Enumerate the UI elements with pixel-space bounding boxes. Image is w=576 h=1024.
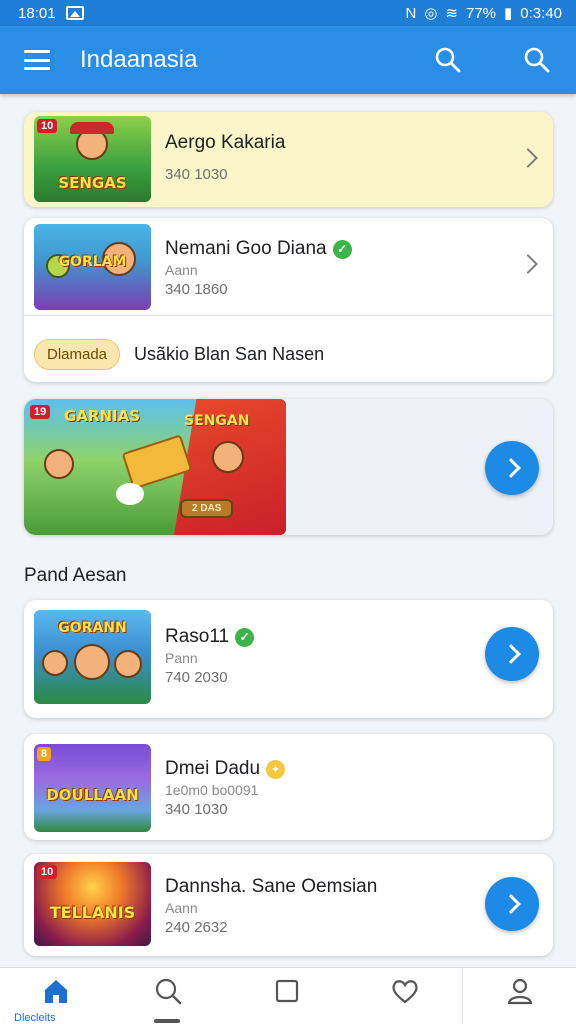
thumbnail-logo: GORANN — [58, 620, 127, 636]
app-meta: 340 1030 — [165, 801, 228, 818]
app-name: Dannsha. Sane Oemsian — [165, 876, 378, 897]
app-thumbnail: 10 TELLANIS — [34, 862, 151, 946]
app-meta: 340 1860 — [165, 281, 228, 298]
app-card[interactable]: 10 SENGAS Aergo Kakaria 340 1030 — [24, 112, 553, 207]
app-thumbnail: 10 SENGAS — [34, 116, 151, 202]
banner-card[interactable]: 19 GARNIAS SENGAN 2 DAS — [24, 399, 553, 535]
thumbnail-logo: TELLANIS — [49, 903, 136, 922]
wifi-icon: ≋ — [445, 5, 458, 22]
app-name: Aergo Kakaria — [165, 132, 286, 153]
sheep-shape — [116, 483, 144, 505]
alarm-icon: ◎ — [424, 5, 438, 22]
gold-bar-shape — [121, 434, 193, 490]
menu-icon[interactable] — [24, 50, 50, 70]
banner-logo-right: SENGAN — [184, 413, 250, 429]
chevron-right-button[interactable] — [485, 627, 539, 681]
list-item[interactable]: 10 TELLANIS Dannsha. Sane Oemsian Aann 2… — [24, 854, 553, 956]
home-icon — [45, 980, 67, 1003]
status-time: 18:01 — [18, 4, 56, 22]
app-bar: Indaanasia — [0, 26, 576, 94]
user-icon — [507, 978, 533, 1005]
app-name: Dmei Dadu ✦ — [165, 758, 286, 780]
bottom-nav: Dlecleits — [0, 967, 576, 1024]
nav-profile[interactable] — [490, 976, 550, 1011]
chevron-right-icon[interactable] — [518, 148, 538, 168]
status-n: N — [405, 4, 417, 22]
app-subtitle: Aann — [165, 262, 198, 278]
status-bar: 18:01 N ◎ ≋ 77% ▮ 0:3:40 — [0, 0, 576, 26]
hat-shape — [70, 122, 114, 134]
app-name: Nemani Goo Diana ✓ — [165, 238, 352, 260]
chevron-right-icon[interactable] — [518, 254, 538, 274]
nav-separator — [462, 968, 463, 1024]
page-title: Indaanasia — [80, 46, 198, 73]
app-thumbnail: GORANN — [34, 610, 151, 704]
gallery-icon — [65, 6, 84, 20]
chevron-right-button[interactable] — [485, 441, 539, 495]
chevron-right-button[interactable] — [485, 877, 539, 931]
verified-icon: ✓ — [235, 627, 255, 647]
banner-logo-left: GARNIAS — [64, 407, 141, 425]
app-name: Raso11 ✓ — [165, 626, 255, 648]
thumbnail-logo: SENGAS — [58, 174, 127, 192]
nav-home[interactable] — [26, 976, 86, 1011]
banner-cta[interactable]: 2 DAS — [180, 499, 234, 518]
thumbnail-logo: GORLAM — [58, 254, 127, 270]
award-icon: ✦ — [266, 759, 286, 779]
banner-tag: 19 — [30, 405, 51, 419]
promo-pill[interactable]: Dlamada — [34, 339, 121, 370]
square-icon — [275, 979, 299, 1003]
nav-favorites[interactable] — [375, 976, 435, 1011]
battery-icon: ▮ — [504, 5, 513, 22]
app-subtitle: Pann — [165, 650, 198, 666]
thumbnail-logo: DOULLAAN — [46, 786, 139, 804]
nav-active-indicator — [154, 1019, 180, 1023]
nav-library[interactable] — [257, 976, 317, 1011]
search-icon[interactable] — [434, 46, 462, 74]
promo-text: Usãkio Blan San Nasen — [134, 344, 325, 364]
search-icon-secondary[interactable] — [523, 46, 551, 74]
banner-image: 19 GARNIAS SENGAN 2 DAS — [24, 399, 286, 535]
divider — [24, 315, 553, 316]
thumbnail-tag: 10 — [37, 119, 58, 133]
list-item[interactable]: GORANN Raso11 ✓ Pann 740 2030 — [24, 600, 553, 718]
status-clock: 0:3:40 — [520, 4, 562, 22]
nav-search[interactable] — [138, 976, 198, 1011]
app-card-with-promo[interactable]: GORLAM Nemani Goo Diana ✓ Aann 340 1860 D… — [24, 218, 553, 382]
thumbnail-tag: 10 — [37, 865, 58, 879]
list-item[interactable]: 8 DOULLAAN Dmei Dadu ✦ 1e0m0 bo0091 340 1… — [24, 734, 553, 840]
app-meta: 240 2632 — [165, 919, 228, 936]
app-thumbnail: 8 DOULLAAN — [34, 744, 151, 832]
verified-icon: ✓ — [332, 239, 352, 259]
app-thumbnail: GORLAM — [34, 224, 151, 310]
nav-home-label: Dlecleits — [14, 1012, 56, 1024]
battery-text: 77% — [465, 4, 497, 22]
thumbnail-tag: 8 — [37, 747, 52, 761]
search-icon — [155, 978, 182, 1005]
app-meta: 340 1030 — [165, 166, 228, 183]
app-subtitle: 1e0m0 bo0091 — [165, 782, 259, 798]
heart-icon — [392, 980, 418, 1004]
app-subtitle: Aann — [165, 900, 198, 916]
section-title: Pand Aesan — [24, 565, 127, 586]
app-meta: 740 2030 — [165, 669, 228, 686]
